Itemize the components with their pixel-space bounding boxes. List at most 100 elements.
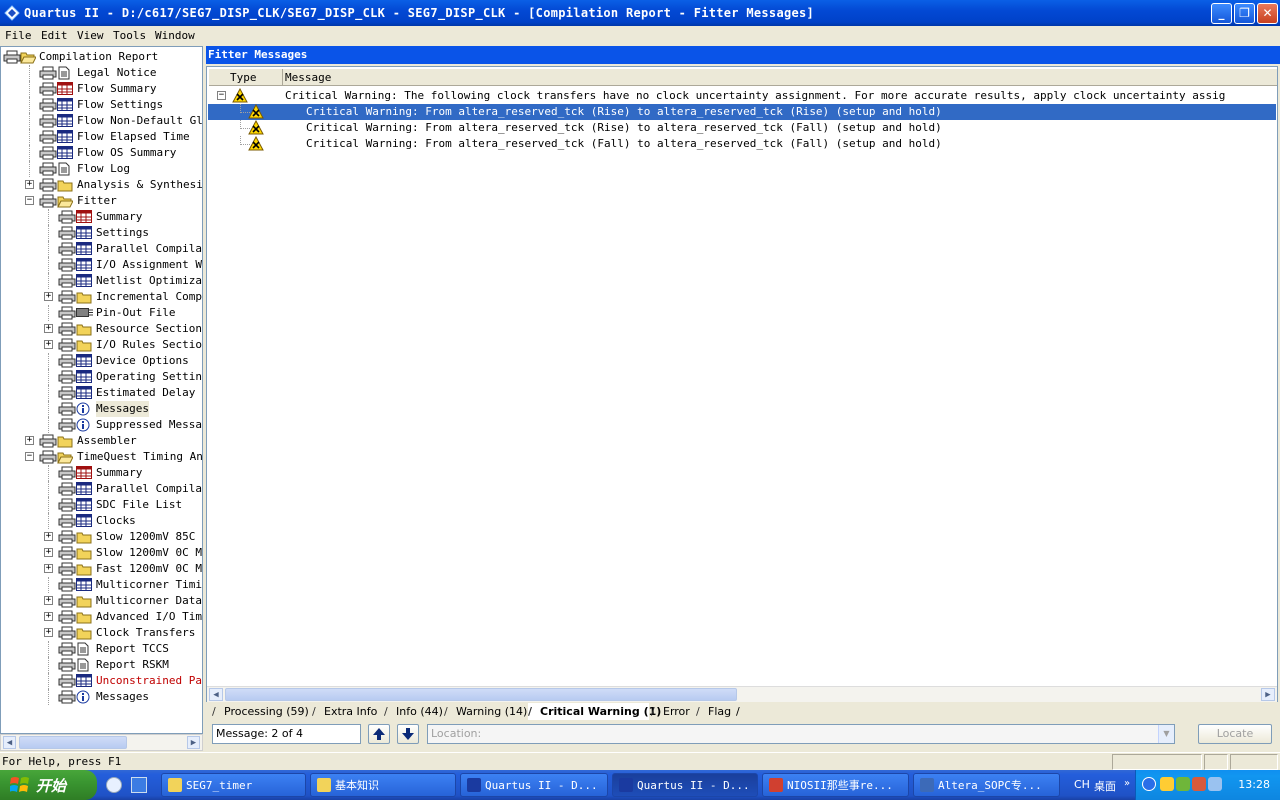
tree-item[interactable]: Flow Settings bbox=[1, 97, 202, 113]
collapse-icon[interactable]: − bbox=[217, 91, 226, 100]
tree-horizontal-scrollbar[interactable]: ◀ ▶ bbox=[0, 734, 203, 751]
scroll-left-icon[interactable]: ◀ bbox=[3, 736, 16, 749]
tab-extra-info[interactable]: / Extra Info bbox=[312, 703, 382, 720]
tree-item[interactable]: SDC File List bbox=[1, 497, 202, 513]
tree-item[interactable]: I/O Assignment Warnin bbox=[1, 257, 202, 273]
tree-item[interactable]: Parallel Compilation bbox=[1, 481, 202, 497]
tab-info[interactable]: / Info (44) bbox=[384, 703, 443, 720]
tree-item[interactable]: Report RSKM bbox=[1, 657, 202, 673]
start-button[interactable]: 开始 bbox=[0, 770, 97, 800]
tray-expand-icon[interactable] bbox=[1142, 777, 1156, 791]
tree-item[interactable]: Device Options bbox=[1, 353, 202, 369]
tree-item[interactable]: Flow OS Summary bbox=[1, 145, 202, 161]
expand-icon[interactable]: + bbox=[44, 292, 53, 301]
taskbar-item[interactable]: Altera_SOPC专... bbox=[913, 773, 1060, 797]
tray-volume-icon[interactable] bbox=[1208, 777, 1222, 791]
expand-icon[interactable]: + bbox=[25, 436, 34, 445]
restore-button[interactable]: ❐ bbox=[1234, 3, 1255, 24]
tree-item[interactable]: + Analysis & Synthesis bbox=[1, 177, 202, 193]
tree-item[interactable]: Messages bbox=[1, 401, 202, 417]
tab-warning[interactable]: / Warning (14) bbox=[444, 703, 527, 720]
tree-item[interactable]: Flow Elapsed Time bbox=[1, 129, 202, 145]
tree-item[interactable]: Netlist Optimizations bbox=[1, 273, 202, 289]
message-horizontal-scrollbar[interactable]: ◀ ▶ bbox=[207, 686, 1277, 702]
expand-icon[interactable]: + bbox=[44, 596, 53, 605]
tray-network-icon[interactable] bbox=[1176, 777, 1190, 791]
tree-item[interactable]: − TimeQuest Timing Analyze bbox=[1, 449, 202, 465]
scroll-left-icon[interactable]: ◀ bbox=[209, 688, 223, 701]
message-row[interactable]: − Critical Warning: The following clock t… bbox=[208, 87, 1276, 104]
message-scroll-thumb[interactable] bbox=[225, 688, 737, 701]
tree-item[interactable]: Summary bbox=[1, 209, 202, 225]
tree-scroll-thumb[interactable] bbox=[19, 736, 127, 749]
menu-view[interactable]: View bbox=[77, 29, 104, 42]
tab-critical-warning[interactable]: / Critical Warning (1) bbox=[528, 703, 661, 720]
taskbar-item[interactable]: 基本知识 bbox=[310, 773, 456, 797]
tree-item[interactable]: Estimated Delay Adde bbox=[1, 385, 202, 401]
tree-item[interactable]: Settings bbox=[1, 225, 202, 241]
tree-item[interactable]: Suppressed Messages bbox=[1, 417, 202, 433]
expand-icon[interactable]: + bbox=[44, 532, 53, 541]
tree-item[interactable]: Unconstrained Paths bbox=[1, 673, 202, 689]
menu-tools[interactable]: Tools bbox=[113, 29, 146, 42]
quartus-app-icon[interactable] bbox=[4, 5, 20, 21]
tree-item[interactable]: + I/O Rules Section bbox=[1, 337, 202, 353]
tray-security-icon[interactable] bbox=[1192, 777, 1206, 791]
menu-window[interactable]: Window bbox=[155, 29, 195, 42]
tree-item[interactable]: − Fitter bbox=[1, 193, 202, 209]
scroll-right-icon[interactable]: ▶ bbox=[1261, 688, 1275, 701]
column-header-type[interactable]: Type bbox=[209, 69, 283, 86]
tray-qq-icon[interactable] bbox=[1160, 777, 1174, 791]
taskbar-item[interactable]: Quartus II - D... bbox=[460, 773, 608, 797]
menu-file[interactable]: File bbox=[5, 29, 32, 42]
tree-item[interactable]: Summary bbox=[1, 465, 202, 481]
tree-item[interactable]: Messages bbox=[1, 689, 202, 705]
expand-icon[interactable]: + bbox=[44, 324, 53, 333]
tree-item[interactable]: + Multicorner Datasheet bbox=[1, 593, 202, 609]
message-list[interactable]: Type Message − Critical Warning: The foll… bbox=[206, 66, 1278, 702]
tab-error[interactable]: / Error bbox=[651, 703, 694, 720]
expand-icon[interactable]: + bbox=[25, 180, 34, 189]
tree-item[interactable]: Flow Non-Default Global bbox=[1, 113, 202, 129]
tree-item[interactable]: + Slow 1200mV 0C Model bbox=[1, 545, 202, 561]
menu-edit[interactable]: Edit bbox=[41, 29, 68, 42]
tree-item[interactable]: + Clock Transfers bbox=[1, 625, 202, 641]
tree-item[interactable]: + Advanced I/O Timing bbox=[1, 609, 202, 625]
tree-item[interactable]: Pin-Out File bbox=[1, 305, 202, 321]
previous-message-button[interactable] bbox=[368, 724, 390, 744]
tab-processing[interactable]: / Processing (59) bbox=[212, 703, 310, 720]
chevron-right-icon[interactable]: » bbox=[1124, 778, 1130, 789]
tree-item[interactable]: Clocks bbox=[1, 513, 202, 529]
tree-item[interactable]: Flow Log bbox=[1, 161, 202, 177]
message-row[interactable]: Critical Warning: From altera_reserved_t… bbox=[208, 103, 1276, 120]
tree-item[interactable]: Flow Summary bbox=[1, 81, 202, 97]
report-tree[interactable]: Compilation Report Legal Notice Flow Summa… bbox=[0, 46, 203, 734]
expand-icon[interactable]: + bbox=[44, 340, 53, 349]
tree-item[interactable]: Multicorner Timing Ar bbox=[1, 577, 202, 593]
taskbar-item[interactable]: NIOSII那些事re... bbox=[762, 773, 909, 797]
tree-item[interactable]: + Slow 1200mV 85C Model bbox=[1, 529, 202, 545]
input-language[interactable]: CH bbox=[1074, 778, 1090, 791]
location-combobox[interactable]: Location: ▼ bbox=[427, 724, 1175, 744]
tree-item[interactable]: + Resource Section bbox=[1, 321, 202, 337]
locate-button[interactable]: Locate bbox=[1198, 724, 1272, 744]
column-header-message[interactable]: Message bbox=[283, 69, 1277, 86]
tree-item[interactable]: Parallel Compilation bbox=[1, 241, 202, 257]
close-button[interactable]: ✕ bbox=[1257, 3, 1278, 24]
tree-item[interactable]: Compilation Report bbox=[1, 49, 202, 65]
expand-icon[interactable]: + bbox=[44, 612, 53, 621]
minimize-button[interactable]: _ bbox=[1211, 3, 1232, 24]
desktop-toolbar[interactable]: 桌面 bbox=[1094, 778, 1116, 794]
tree-item[interactable]: Report TCCS bbox=[1, 641, 202, 657]
next-message-button[interactable] bbox=[397, 724, 419, 744]
expand-icon[interactable]: + bbox=[44, 628, 53, 637]
scroll-right-icon[interactable]: ▶ bbox=[187, 736, 200, 749]
chevron-down-icon[interactable]: ▼ bbox=[1158, 725, 1174, 743]
tab-flag[interactable]: / Flag bbox=[696, 703, 736, 720]
tree-item[interactable]: Legal Notice bbox=[1, 65, 202, 81]
tree-item[interactable]: + Assembler bbox=[1, 433, 202, 449]
tree-item[interactable]: Operating Settings a bbox=[1, 369, 202, 385]
taskbar-item[interactable]: SEG7_timer bbox=[161, 773, 306, 797]
collapse-icon[interactable]: − bbox=[25, 196, 34, 205]
taskbar-item[interactable]: Quartus II - D... bbox=[612, 773, 758, 797]
